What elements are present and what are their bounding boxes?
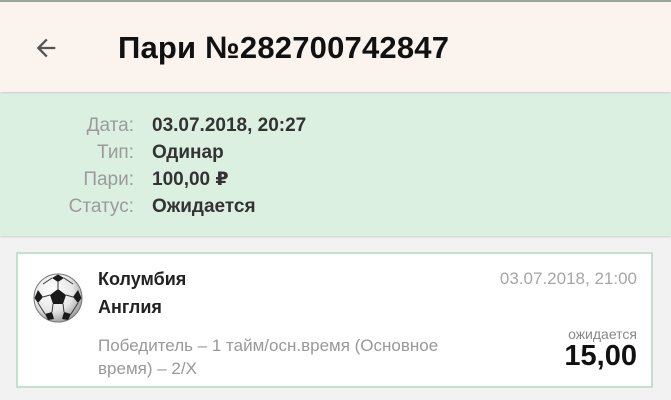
info-label: Пари: — [83, 169, 134, 190]
page-title: Пари №282700742847 — [118, 30, 450, 65]
team-home: Колумбия — [98, 269, 187, 289]
app-header: Пари №282700742847 — [0, 2, 671, 92]
bet-details-screen: Пари №282700742847 Дата: 03.07.2018, 20:… — [0, 0, 671, 400]
info-label: Дата: — [86, 115, 134, 136]
info-row-stake: Пари: 100,00 ₽ — [0, 166, 671, 193]
event-date: 03.07.2018, 21:00 — [499, 269, 637, 288]
arrow-left-icon — [36, 38, 56, 58]
market-description: Победитель – 1 тайм/осн.время (Основное … — [98, 336, 439, 378]
team-away: Англия — [98, 297, 162, 317]
bet-info-panel: Дата: 03.07.2018, 20:27 Тип: Одинар Пари… — [0, 94, 671, 236]
info-value: 100,00 ₽ — [152, 169, 229, 190]
info-label: Статус: — [68, 196, 134, 217]
info-value: Ожидается — [152, 196, 256, 217]
info-row-date: Дата: 03.07.2018, 20:27 — [0, 112, 671, 139]
back-button[interactable] — [26, 28, 66, 68]
info-value: 03.07.2018, 20:27 — [152, 115, 307, 136]
info-value: Одинар — [152, 142, 224, 163]
info-row-type: Тип: Одинар — [0, 139, 671, 166]
info-row-status: Статус: Ожидается — [0, 193, 671, 220]
odds-value: 15,00 — [564, 340, 637, 372]
info-label: Тип: — [97, 142, 134, 163]
soccer-ball-icon — [33, 273, 83, 323]
event-card[interactable]: Колумбия Англия 03.07.2018, 21:00 Победи… — [16, 252, 653, 388]
